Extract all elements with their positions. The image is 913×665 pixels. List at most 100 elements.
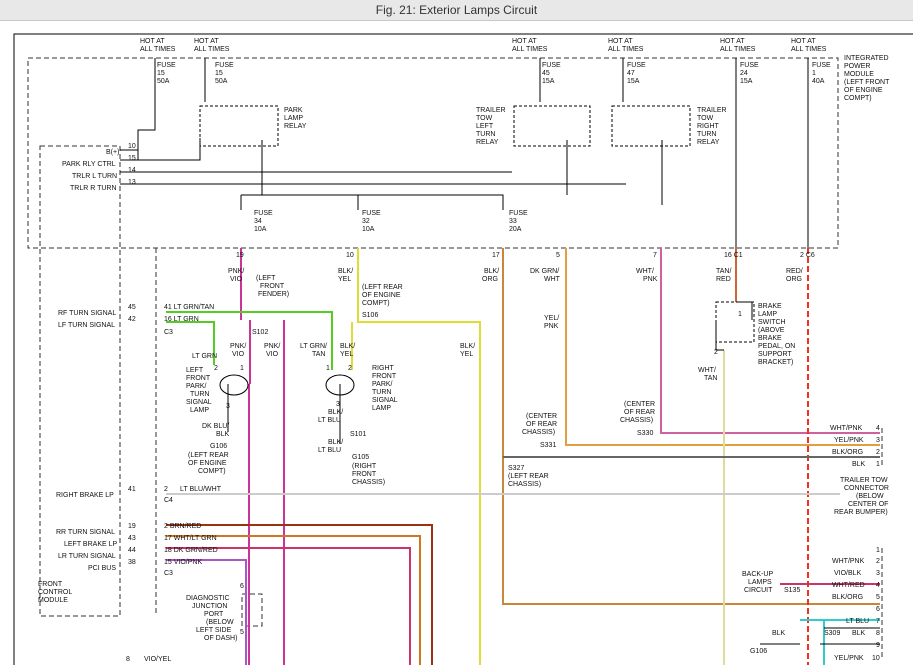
ltgrn-16: 16 LT GRN [164, 316, 199, 323]
w-yel-pnk: YEL/PNK [544, 315, 559, 330]
wire-label-blk-org: BLK/ORG [482, 268, 499, 283]
w-ltblu-wht: LT BLU/WHT [180, 486, 222, 493]
g106b: G106 [750, 648, 767, 655]
switch-lines [715, 301, 753, 351]
b2-n7: 7 [876, 618, 880, 625]
b2-n5: 5 [876, 594, 880, 601]
w-pnk-vio3: PNK/VIO [264, 343, 280, 358]
w-ltgrn: LT GRN [192, 353, 217, 360]
wire-blk-org [502, 248, 880, 605]
pin43: 43 [128, 535, 136, 542]
fuse-45: FUSE 45 15A [542, 62, 561, 85]
b2-blk2: BLK [852, 630, 866, 637]
fuse-15a: FUSE 15 50A [157, 62, 176, 85]
b2-vio-blk: VIO/BLK [834, 570, 862, 577]
pin-16c1: 16 C1 [724, 252, 743, 259]
p2b: 2 [348, 365, 352, 372]
wire-label-wht-pnk: WHT/PNK [636, 268, 658, 283]
ipm-boundary [27, 57, 839, 249]
p3a: 3 [226, 403, 230, 410]
lf-turn-signal: LF TURN SIGNAL [58, 322, 115, 329]
tr-yel-pnk: YEL/PNK [834, 437, 864, 444]
hot-label-5: HOT AT ALL TIMES [720, 38, 756, 53]
ttl-relay-box [513, 105, 591, 147]
b2-n6: 6 [876, 606, 880, 613]
brake-switch-box [715, 301, 755, 343]
b2-n4: 4 [876, 582, 880, 589]
pin5b: 5 [240, 629, 244, 636]
left-brake: LEFT BRAKE LP [64, 541, 118, 548]
fuse-lines [154, 72, 809, 248]
rr-turn: RR TURN SIGNAL [56, 529, 115, 536]
pin2c4: 2 [164, 486, 168, 493]
wire-lt-blu [800, 619, 825, 665]
w-vio-yel: VIO/YEL [144, 656, 171, 663]
s101: S101 [350, 431, 366, 438]
w-blk-yel2: BLK/YEL [340, 343, 355, 358]
b2-blk: BLK [772, 630, 786, 637]
s327: S327 [508, 465, 524, 472]
wire-label-pnk-vio: PNK/VIO [228, 268, 244, 283]
pin8: 8 [126, 656, 130, 663]
fuse-15b: FUSE 15 50A [215, 62, 234, 85]
b2-yel-pnk: YEL/PNK [834, 655, 864, 662]
pin-10b: 10 [346, 252, 354, 259]
wire-label-tan-red: TAN/RED [716, 268, 731, 283]
b2-n2: 2 [876, 558, 880, 565]
pin6: 6 [240, 583, 244, 590]
fuse-32: FUSE 32 10A [362, 210, 381, 233]
w-wht-tan: WHT/TAN [698, 367, 717, 382]
g106: G106 [210, 443, 227, 450]
fuse-33: FUSE 33 20A [509, 210, 528, 233]
c4: C4 [164, 497, 173, 504]
c3a: C3 [164, 329, 173, 336]
tr-wht-pnk: WHT/PNK [830, 425, 863, 432]
ttr-relay-label: TRAILER TOW RIGHT TURN RELAY [697, 107, 727, 146]
pin-15: 15 [128, 155, 136, 162]
g105-loc: (RIGHT FRONT CHASSIS) [352, 463, 385, 486]
pin19b: 19 [128, 523, 136, 530]
g106-loc: (LEFT REAR OF ENGINE COMPT) [188, 452, 229, 475]
djp: DIAGNOSTIC JUNCTION PORT (BELOW LEFT SIDE OF … [186, 595, 237, 642]
pin44: 44 [128, 547, 136, 554]
trailer-conn: TRAILER TOW CONNECTOR (BELOW CENTER OF REAR … [834, 477, 889, 516]
b2-n3: 3 [876, 570, 880, 577]
s106: S106 [362, 312, 378, 319]
w-dkblu-blk: DK BLU/BLK [202, 423, 230, 438]
b2-n9: 9 [876, 642, 880, 649]
rf-turn-signal: RF TURN SIGNAL [58, 310, 116, 317]
b2-n10: 10 [872, 655, 880, 662]
right-brake-lp: RIGHT BRAKE LP [56, 492, 114, 499]
b2-wht-pnk: WHT/PNK [832, 558, 865, 565]
b2-n8: 8 [876, 630, 880, 637]
lfp-lamp: LEFT FRONT PARK/TURN SIGNAL LAMP [186, 367, 212, 414]
fuse-47: FUSE 47 15A [627, 62, 646, 85]
pin-5: 5 [556, 252, 560, 259]
fuse-24: FUSE 24 15A [740, 62, 759, 85]
wire-park-relay-ctrl [120, 138, 626, 185]
pin-13: 13 [128, 179, 136, 186]
hot-label-6: HOT AT ALL TIMES [791, 38, 827, 53]
pin-19: 19 [236, 252, 244, 259]
fcm: FRONT CONTROL MODULE [38, 581, 72, 604]
w-vio-pnk: 15 VIO/PNK [164, 559, 202, 566]
s309: S309 [824, 630, 840, 637]
diagram-window: Fig. 21: Exterior Lamps Circuit HOT AT A… [0, 0, 913, 665]
w-dkgrn-red: 18 DK GRN/RED [164, 547, 218, 554]
fuse-34: FUSE 34 10A [254, 210, 273, 233]
tr-n1: 1 [876, 461, 880, 468]
hot-label-2: HOT AT ALL TIMES [194, 38, 230, 53]
park-rly-ctrl: PARK RLY CTRL [62, 161, 116, 168]
lr-turn: LR TURN SIGNAL [58, 553, 116, 560]
w-wht-ltgrn: 17 WHT/LT GRN [164, 535, 217, 542]
s135: S135 [784, 587, 800, 594]
hot-label-3: HOT AT ALL TIMES [512, 38, 548, 53]
pin-14: 14 [128, 167, 136, 174]
hot-label-1: HOT AT ALL TIMES [140, 38, 176, 53]
ttr-relay-box [611, 105, 691, 147]
pci-bus: PCI BUS [88, 565, 116, 572]
p1b: 1 [326, 365, 330, 372]
w-brn-red: 2 BRN/RED [164, 523, 201, 530]
pin-2c6: 2 C6 [800, 252, 815, 259]
lr-chassis: (LEFT REAR CHASSIS) [508, 473, 549, 488]
